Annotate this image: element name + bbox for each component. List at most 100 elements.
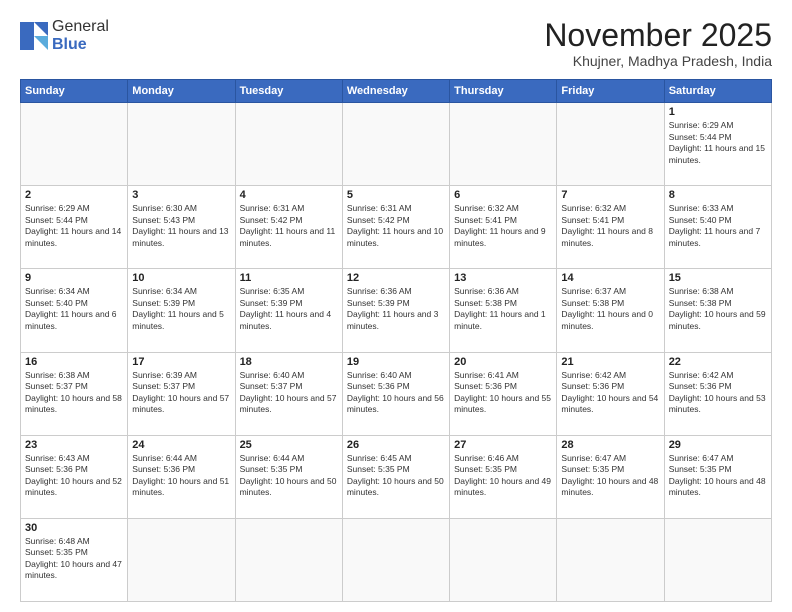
day-info: Sunrise: 6:40 AMSunset: 5:36 PMDaylight:… (347, 370, 445, 416)
day-number: 23 (25, 439, 123, 451)
day-number: 25 (240, 439, 338, 451)
calendar-cell: 1 Sunrise: 6:29 AMSunset: 5:44 PMDaylight… (664, 103, 771, 186)
day-number: 29 (669, 439, 767, 451)
day-number: 15 (669, 272, 767, 284)
day-info: Sunrise: 6:39 AMSunset: 5:37 PMDaylight:… (132, 370, 230, 416)
day-number: 30 (25, 522, 123, 534)
calendar-cell: 22Sunrise: 6:42 AMSunset: 5:36 PMDayligh… (664, 352, 771, 435)
calendar-cell (128, 518, 235, 601)
calendar-cell (450, 518, 557, 601)
day-number: 9 (25, 272, 123, 284)
day-info: Sunrise: 6:40 AMSunset: 5:37 PMDaylight:… (240, 370, 338, 416)
calendar-cell: 28Sunrise: 6:47 AMSunset: 5:35 PMDayligh… (557, 435, 664, 518)
calendar-table: SundayMondayTuesdayWednesdayThursdayFrid… (20, 79, 772, 602)
day-info: Sunrise: 6:31 AMSunset: 5:42 PMDaylight:… (347, 203, 445, 249)
day-number: 7 (561, 189, 659, 201)
calendar-cell: 3Sunrise: 6:30 AMSunset: 5:43 PMDaylight… (128, 186, 235, 269)
calendar-cell (21, 103, 128, 186)
calendar-cell: 23Sunrise: 6:43 AMSunset: 5:36 PMDayligh… (21, 435, 128, 518)
calendar-header-row: SundayMondayTuesdayWednesdayThursdayFrid… (21, 80, 772, 103)
day-info: Sunrise: 6:37 AMSunset: 5:38 PMDaylight:… (561, 286, 659, 332)
calendar-cell (557, 103, 664, 186)
day-header-thursday: Thursday (450, 80, 557, 103)
calendar-week-4: 16 Sunrise: 6:38 AMSunset: 5:37 PMDayligh… (21, 352, 772, 435)
calendar-subtitle: Khujner, Madhya Pradesh, India (544, 53, 772, 69)
day-number: 12 (347, 272, 445, 284)
day-info: Sunrise: 6:34 AMSunset: 5:39 PMDaylight:… (132, 286, 230, 332)
calendar-cell (235, 518, 342, 601)
day-header-saturday: Saturday (664, 80, 771, 103)
calendar-cell (557, 518, 664, 601)
day-header-monday: Monday (128, 80, 235, 103)
day-info: Sunrise: 6:42 AMSunset: 5:36 PMDaylight:… (669, 370, 767, 416)
calendar-cell: 8Sunrise: 6:33 AMSunset: 5:40 PMDaylight… (664, 186, 771, 269)
calendar-cell: 14 Sunrise: 6:37 AMSunset: 5:38 PMDayligh… (557, 269, 664, 352)
day-info: Sunrise: 6:38 AMSunset: 5:37 PMDaylight:… (25, 370, 123, 416)
day-info: Sunrise: 6:32 AMSunset: 5:41 PMDaylight:… (454, 203, 552, 249)
calendar-cell: 19 Sunrise: 6:40 AMSunset: 5:36 PMDayligh… (342, 352, 449, 435)
day-info: Sunrise: 6:30 AMSunset: 5:43 PMDaylight:… (132, 203, 230, 249)
day-info: Sunrise: 6:42 AMSunset: 5:36 PMDaylight:… (561, 370, 659, 416)
calendar-cell: 24 Sunrise: 6:44 AMSunset: 5:36 PMDayligh… (128, 435, 235, 518)
day-info: Sunrise: 6:29 AMSunset: 5:44 PMDaylight:… (669, 120, 767, 166)
calendar-cell: 12 Sunrise: 6:36 AMSunset: 5:39 PMDayligh… (342, 269, 449, 352)
day-header-tuesday: Tuesday (235, 80, 342, 103)
calendar-week-2: 2Sunrise: 6:29 AMSunset: 5:44 PMDaylight… (21, 186, 772, 269)
day-number: 18 (240, 356, 338, 368)
calendar-cell: 29 Sunrise: 6:47 AMSunset: 5:35 PMDayligh… (664, 435, 771, 518)
calendar-cell: 2Sunrise: 6:29 AMSunset: 5:44 PMDaylight… (21, 186, 128, 269)
day-header-friday: Friday (557, 80, 664, 103)
calendar-cell: 30 Sunrise: 6:48 AMSunset: 5:35 PMDayligh… (21, 518, 128, 601)
day-number: 17 (132, 356, 230, 368)
day-info: Sunrise: 6:48 AMSunset: 5:35 PMDaylight:… (25, 536, 123, 582)
day-info: Sunrise: 6:41 AMSunset: 5:36 PMDaylight:… (454, 370, 552, 416)
calendar-week-6: 30 Sunrise: 6:48 AMSunset: 5:35 PMDayligh… (21, 518, 772, 601)
calendar-cell: 5 Sunrise: 6:31 AMSunset: 5:42 PMDaylight… (342, 186, 449, 269)
logo-line2: Blue (52, 36, 109, 54)
page: General Blue November 2025 Khujner, Madh… (0, 0, 792, 612)
day-info: Sunrise: 6:38 AMSunset: 5:38 PMDaylight:… (669, 286, 767, 332)
calendar-cell: 4Sunrise: 6:31 AMSunset: 5:42 PMDaylight… (235, 186, 342, 269)
calendar-cell (664, 518, 771, 601)
day-header-sunday: Sunday (21, 80, 128, 103)
calendar-cell: 10Sunrise: 6:34 AMSunset: 5:39 PMDayligh… (128, 269, 235, 352)
calendar-cell: 6 Sunrise: 6:32 AMSunset: 5:41 PMDaylight… (450, 186, 557, 269)
day-number: 14 (561, 272, 659, 284)
calendar-cell: 11Sunrise: 6:35 AMSunset: 5:39 PMDayligh… (235, 269, 342, 352)
day-info: Sunrise: 6:36 AMSunset: 5:38 PMDaylight:… (454, 286, 552, 332)
day-number: 5 (347, 189, 445, 201)
day-info: Sunrise: 6:47 AMSunset: 5:35 PMDaylight:… (669, 453, 767, 499)
calendar-cell (342, 103, 449, 186)
calendar-cell: 26Sunrise: 6:45 AMSunset: 5:35 PMDayligh… (342, 435, 449, 518)
day-number: 24 (132, 439, 230, 451)
calendar-week-5: 23Sunrise: 6:43 AMSunset: 5:36 PMDayligh… (21, 435, 772, 518)
calendar-cell: 27Sunrise: 6:46 AMSunset: 5:35 PMDayligh… (450, 435, 557, 518)
day-info: Sunrise: 6:36 AMSunset: 5:39 PMDaylight:… (347, 286, 445, 332)
day-number: 16 (25, 356, 123, 368)
day-info: Sunrise: 6:32 AMSunset: 5:41 PMDaylight:… (561, 203, 659, 249)
day-number: 8 (669, 189, 767, 201)
general-blue-logo-icon (20, 22, 48, 50)
day-info: Sunrise: 6:34 AMSunset: 5:40 PMDaylight:… (25, 286, 123, 332)
day-number: 28 (561, 439, 659, 451)
calendar-title: November 2025 (544, 18, 772, 53)
day-number: 21 (561, 356, 659, 368)
calendar-cell (450, 103, 557, 186)
calendar-cell (128, 103, 235, 186)
header: General Blue November 2025 Khujner, Madh… (20, 18, 772, 69)
day-number: 13 (454, 272, 552, 284)
calendar-cell: 21 Sunrise: 6:42 AMSunset: 5:36 PMDayligh… (557, 352, 664, 435)
day-info: Sunrise: 6:29 AMSunset: 5:44 PMDaylight:… (25, 203, 123, 249)
calendar-cell (342, 518, 449, 601)
day-number: 6 (454, 189, 552, 201)
logo-line1: General (52, 18, 109, 36)
day-number: 19 (347, 356, 445, 368)
calendar-cell: 17 Sunrise: 6:39 AMSunset: 5:37 PMDayligh… (128, 352, 235, 435)
day-number: 11 (240, 272, 338, 284)
day-number: 27 (454, 439, 552, 451)
calendar-cell: 16 Sunrise: 6:38 AMSunset: 5:37 PMDayligh… (21, 352, 128, 435)
day-number: 1 (669, 106, 767, 118)
logo: General Blue (20, 18, 109, 53)
day-info: Sunrise: 6:44 AMSunset: 5:36 PMDaylight:… (132, 453, 230, 499)
calendar-cell: 18 Sunrise: 6:40 AMSunset: 5:37 PMDayligh… (235, 352, 342, 435)
